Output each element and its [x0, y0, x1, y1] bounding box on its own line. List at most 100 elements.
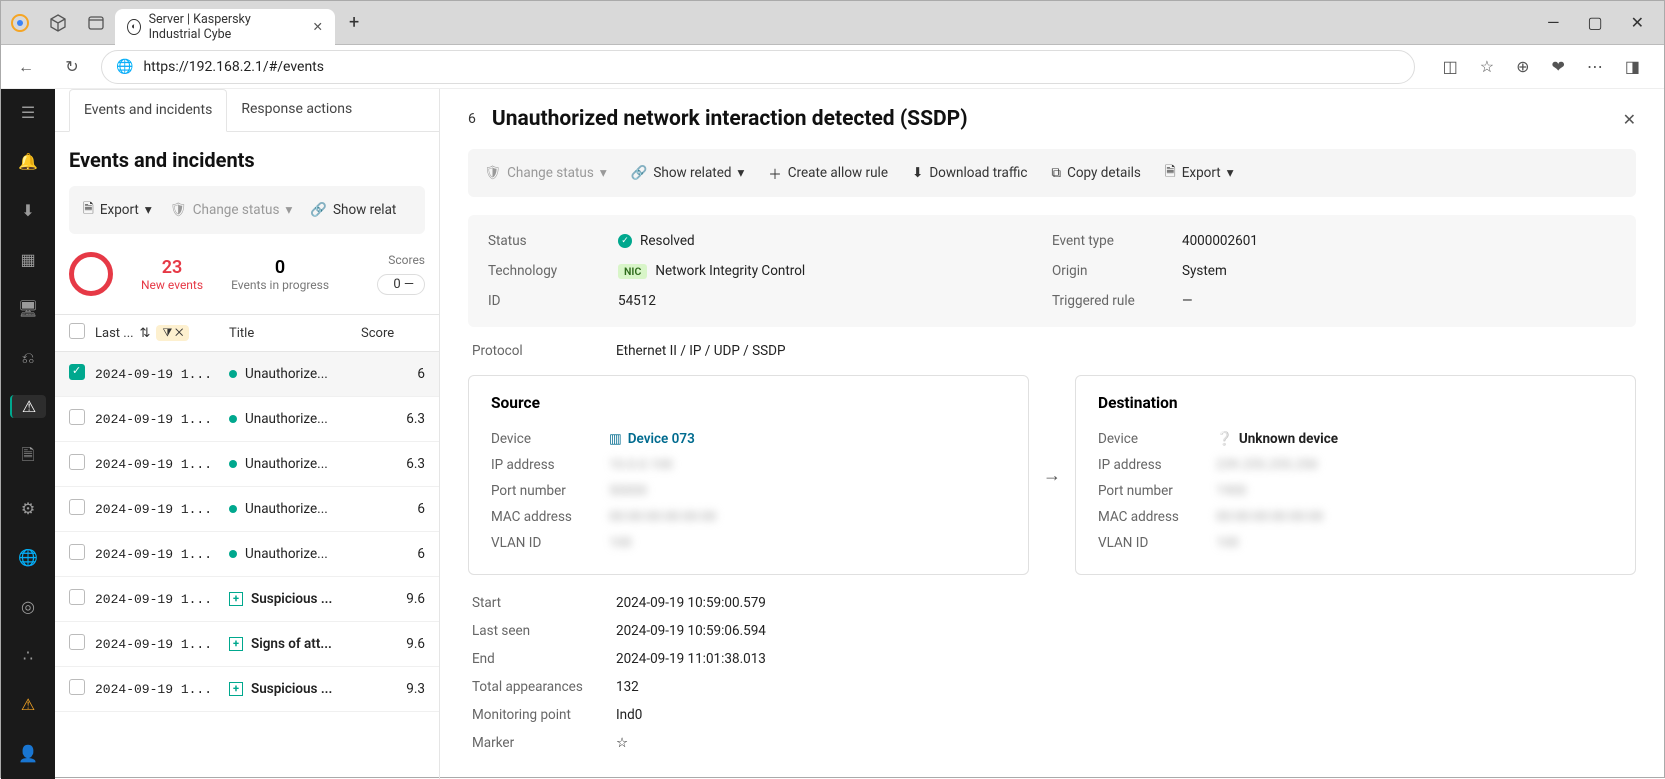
- detail-score: 6: [468, 111, 476, 127]
- sidebar-alert-icon[interactable]: ⚠: [10, 395, 46, 418]
- timing-info: Start2024-09-19 10:59:00.579 Last seen20…: [468, 595, 1636, 751]
- unknown-device-icon: ❔: [1216, 431, 1233, 447]
- sidebar-flow-icon[interactable]: ⎌: [10, 346, 46, 369]
- new-tab-button[interactable]: +: [335, 12, 373, 33]
- row-title: Unauthorize...: [215, 456, 381, 472]
- row-title: Unauthorize...: [215, 501, 381, 517]
- column-score[interactable]: Score: [361, 326, 425, 341]
- row-checkbox[interactable]: [69, 679, 85, 695]
- export-button[interactable]: 🗎Export▾: [83, 199, 152, 222]
- table-row[interactable]: 2024-09-19 1...Unauthorize...6: [55, 487, 439, 532]
- collections-icon[interactable]: ⊕: [1516, 57, 1529, 76]
- tab-response-actions[interactable]: Response actions: [227, 89, 366, 131]
- url-input[interactable]: 🌐 https://192.168.2.1/#/events: [101, 50, 1415, 84]
- arrow-right-icon: →: [1043, 465, 1061, 486]
- row-checkbox[interactable]: [69, 499, 85, 515]
- column-date[interactable]: Last ...⇅⧩ ✕: [95, 325, 215, 341]
- in-progress-stat[interactable]: 0 Events in progress: [231, 257, 329, 292]
- sidebar-globe-icon[interactable]: 🌐: [10, 546, 46, 569]
- destination-box: Destination Device❔Unknown device IP add…: [1075, 375, 1636, 575]
- sidebar-menu-icon[interactable]: ☰: [10, 101, 46, 124]
- row-title: +Suspicious ...: [215, 681, 381, 697]
- row-checkbox[interactable]: [69, 454, 85, 470]
- favorites-icon[interactable]: ☆: [1480, 57, 1494, 76]
- detail-copy-details[interactable]: ⧉Copy details: [1051, 165, 1140, 181]
- sidebar-toggle-icon[interactable]: ◨: [1625, 57, 1640, 76]
- browser-icon[interactable]: [9, 12, 31, 34]
- table-row[interactable]: 2024-09-19 1...Unauthorize...6.3: [55, 442, 439, 487]
- sidebar-dots-icon[interactable]: ∴: [10, 644, 46, 667]
- row-checkbox[interactable]: [69, 409, 85, 425]
- sidebar-monitor-icon[interactable]: 🖥: [10, 297, 46, 320]
- window-icon[interactable]: [85, 12, 107, 34]
- select-all-checkbox[interactable]: [69, 323, 85, 339]
- row-score: 9.3: [381, 681, 425, 697]
- detail-download-traffic[interactable]: ⬇Download traffic: [912, 165, 1027, 181]
- scores-filter[interactable]: Scores 0 —: [377, 253, 425, 295]
- filter-badge[interactable]: ⧩ ✕: [156, 325, 189, 341]
- detail-export[interactable]: 🗎Export▾: [1165, 162, 1234, 185]
- window-minimize-icon[interactable]: —: [1547, 13, 1560, 32]
- row-title: Unauthorize...: [215, 411, 381, 427]
- row-checkbox[interactable]: [69, 544, 85, 560]
- new-events-stat[interactable]: 23 New events: [141, 257, 203, 292]
- table-row[interactable]: 2024-09-19 1...+Suspicious ...9.3: [55, 667, 439, 712]
- change-status-button[interactable]: 🛡Change status▾: [170, 202, 293, 218]
- nic-badge: NIC: [618, 264, 647, 279]
- row-date: 2024-09-19 1...: [95, 637, 215, 652]
- status-dot-icon: [229, 550, 237, 558]
- show-related-button[interactable]: 🔗Show relat: [310, 202, 396, 218]
- address-bar: ← ↻ 🌐 https://192.168.2.1/#/events ◫ ☆ ⊕…: [1, 45, 1664, 89]
- plus-box-icon: +: [229, 637, 243, 651]
- chevron-down-icon: ▾: [600, 165, 607, 181]
- window-close-icon[interactable]: ✕: [1631, 13, 1644, 32]
- close-detail-button[interactable]: ✕: [1623, 110, 1636, 129]
- row-checkbox[interactable]: [69, 589, 85, 605]
- column-title[interactable]: Title: [215, 326, 361, 341]
- link-icon: 🔗: [310, 202, 327, 218]
- row-title: Unauthorize...: [215, 546, 381, 562]
- browser-tab[interactable]: ◐ Server | Kaspersky Industrial Cybe ✕: [115, 9, 335, 45]
- row-checkbox[interactable]: [69, 364, 85, 380]
- cube-icon[interactable]: [47, 12, 69, 34]
- row-score: 6.3: [381, 411, 425, 427]
- chevron-down-icon: ▾: [285, 202, 292, 218]
- detail-toolbar: 🛡Change status▾ 🔗Show related▾ ＋Create a…: [468, 149, 1636, 197]
- shield-icon: 🛡: [170, 202, 187, 218]
- sidebar-grid-icon[interactable]: ▦: [10, 248, 46, 271]
- refresh-button[interactable]: ↻: [55, 50, 89, 84]
- window-maximize-icon[interactable]: ▢: [1587, 13, 1602, 32]
- table-row[interactable]: 2024-09-19 1...Unauthorize...6: [55, 352, 439, 397]
- row-score: 6.3: [381, 456, 425, 472]
- sidebar-target-icon[interactable]: ◎: [10, 595, 46, 618]
- row-score: 6: [381, 546, 425, 562]
- heart-icon[interactable]: ❤: [1551, 57, 1564, 76]
- back-button[interactable]: ←: [9, 50, 43, 84]
- detail-change-status[interactable]: 🛡Change status▾: [484, 165, 607, 181]
- sidebar-warning-icon[interactable]: ⚠: [10, 693, 46, 716]
- status-dot-icon: [229, 370, 237, 378]
- sidebar-download-icon[interactable]: ⬇: [10, 199, 46, 222]
- table-row[interactable]: 2024-09-19 1...Unauthorize...6: [55, 532, 439, 577]
- row-date: 2024-09-19 1...: [95, 592, 215, 607]
- sidebar-user-icon[interactable]: 👤: [10, 742, 46, 765]
- detail-show-related[interactable]: 🔗Show related▾: [631, 165, 745, 181]
- split-icon[interactable]: ◫: [1443, 57, 1458, 76]
- sidebar-tune-icon[interactable]: ⚙: [10, 497, 46, 520]
- event-detail-panel: 6 Unauthorized network interaction detec…: [440, 89, 1664, 779]
- table-row[interactable]: 2024-09-19 1...+Signs of att...9.6: [55, 622, 439, 667]
- plus-box-icon: +: [229, 592, 243, 606]
- table-row[interactable]: 2024-09-19 1...Unauthorize...6.3: [55, 397, 439, 442]
- row-date: 2024-09-19 1...: [95, 682, 215, 697]
- tab-events[interactable]: Events and incidents: [69, 89, 227, 132]
- tab-close-icon[interactable]: ✕: [313, 19, 323, 35]
- row-checkbox[interactable]: [69, 634, 85, 650]
- sidebar-doc-icon[interactable]: 🗎: [10, 444, 46, 471]
- sidebar-bell-icon[interactable]: 🔔: [10, 150, 46, 173]
- menu-icon[interactable]: ⋯: [1587, 57, 1603, 76]
- table-row[interactable]: 2024-09-19 1...+Suspicious ...9.6: [55, 577, 439, 622]
- tab-title: Server | Kaspersky Industrial Cybe: [149, 12, 305, 42]
- donut-chart: [69, 252, 113, 296]
- source-device-link[interactable]: Device 073: [628, 431, 695, 447]
- detail-create-rule[interactable]: ＋Create allow rule: [768, 163, 888, 183]
